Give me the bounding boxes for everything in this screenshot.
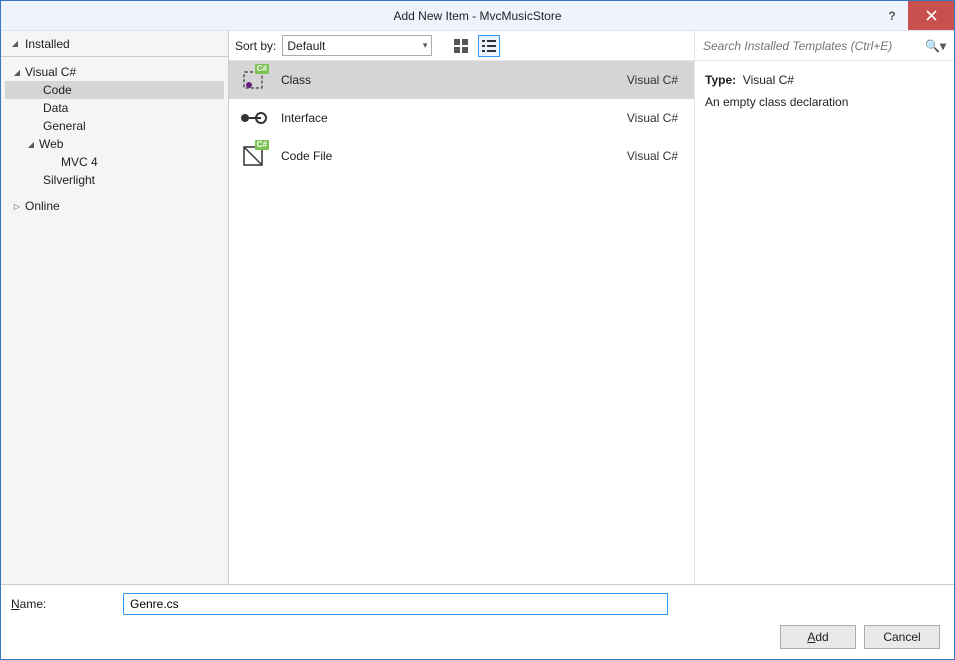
- class-icon: C#: [239, 66, 267, 94]
- center-panel: Sort by: Default ▾ C# Class Visual C#: [229, 31, 694, 584]
- sidebar: Installed Visual C# Code Data General We…: [1, 31, 229, 584]
- view-small-icons-button[interactable]: [478, 35, 500, 57]
- window-title: Add New Item - MvcMusicStore: [1, 9, 954, 23]
- view-medium-icons-button[interactable]: [450, 35, 472, 57]
- add-button[interactable]: Add: [780, 625, 856, 649]
- tree-item-general[interactable]: General: [5, 117, 224, 135]
- footer: Name: Add Cancel: [1, 584, 954, 659]
- search-icon[interactable]: 🔍▾: [925, 39, 946, 53]
- codefile-icon: C#: [239, 142, 267, 170]
- cancel-button[interactable]: Cancel: [864, 625, 940, 649]
- template-name: Code File: [281, 149, 613, 163]
- name-label: Name:: [11, 597, 111, 611]
- detail-type-prefix: Type:: [705, 73, 736, 87]
- tree-label: Online: [25, 199, 60, 213]
- help-button[interactable]: ?: [876, 1, 908, 30]
- tree-label: Data: [43, 101, 68, 115]
- content-area: Installed Visual C# Code Data General We…: [1, 31, 954, 584]
- category-tree: Visual C# Code Data General Web MVC 4 Si…: [1, 57, 228, 221]
- tree-label: Silverlight: [43, 173, 95, 187]
- tree-item-data[interactable]: Data: [5, 99, 224, 117]
- button-row: Add Cancel: [11, 625, 944, 649]
- template-row-class[interactable]: C# Class Visual C#: [229, 61, 694, 99]
- search-input[interactable]: [703, 39, 919, 53]
- name-input[interactable]: [123, 593, 668, 615]
- sidebar-header-label: Installed: [25, 37, 70, 51]
- search-row: 🔍▾: [695, 31, 954, 61]
- window-buttons: ?: [876, 1, 954, 30]
- chevron-right-icon: [11, 202, 23, 211]
- detail-panel: 🔍▾ Type: Visual C# An empty class declar…: [694, 31, 954, 584]
- template-lang: Visual C#: [627, 149, 678, 163]
- template-name: Interface: [281, 111, 613, 125]
- detail-type: Type: Visual C#: [705, 71, 944, 89]
- toolbar: Sort by: Default ▾: [229, 31, 694, 61]
- tree-item-visual-csharp[interactable]: Visual C#: [5, 63, 224, 81]
- template-lang: Visual C#: [627, 111, 678, 125]
- tree-label: General: [43, 119, 86, 133]
- detail-description: An empty class declaration: [705, 93, 944, 111]
- tree-label: Web: [39, 137, 63, 151]
- tree-item-online[interactable]: Online: [5, 197, 224, 215]
- list-icon: [482, 39, 496, 53]
- sort-by-dropdown[interactable]: Default ▾: [282, 35, 432, 56]
- chevron-down-icon: ▾: [423, 40, 428, 51]
- chevron-down-icon: [9, 39, 21, 48]
- titlebar: Add New Item - MvcMusicStore ?: [1, 1, 954, 31]
- interface-icon: [239, 104, 267, 132]
- close-icon: [926, 10, 937, 21]
- tree-item-mvc4[interactable]: MVC 4: [5, 153, 224, 171]
- close-button[interactable]: [908, 1, 954, 30]
- tree-item-web[interactable]: Web: [5, 135, 224, 153]
- tree-label: MVC 4: [61, 155, 98, 169]
- name-row: Name:: [11, 593, 944, 615]
- tree-label: Code: [43, 83, 72, 97]
- template-lang: Visual C#: [627, 73, 678, 87]
- grid-icon: [454, 39, 468, 53]
- sort-by-value: Default: [287, 39, 325, 53]
- template-row-codefile[interactable]: C# Code File Visual C#: [229, 137, 694, 175]
- tree-item-silverlight[interactable]: Silverlight: [5, 171, 224, 189]
- chevron-down-icon: [11, 68, 23, 77]
- detail-body: Type: Visual C# An empty class declarati…: [695, 61, 954, 121]
- template-name: Class: [281, 73, 613, 87]
- template-row-interface[interactable]: Interface Visual C#: [229, 99, 694, 137]
- chevron-down-icon: [25, 140, 37, 149]
- tree-label: Visual C#: [25, 65, 76, 79]
- sidebar-header[interactable]: Installed: [1, 31, 228, 57]
- tree-item-code[interactable]: Code: [5, 81, 224, 99]
- template-list: C# Class Visual C# Interface Visual C# C…: [229, 61, 694, 584]
- detail-type-value: Visual C#: [743, 73, 794, 87]
- sort-by-label: Sort by:: [235, 39, 276, 53]
